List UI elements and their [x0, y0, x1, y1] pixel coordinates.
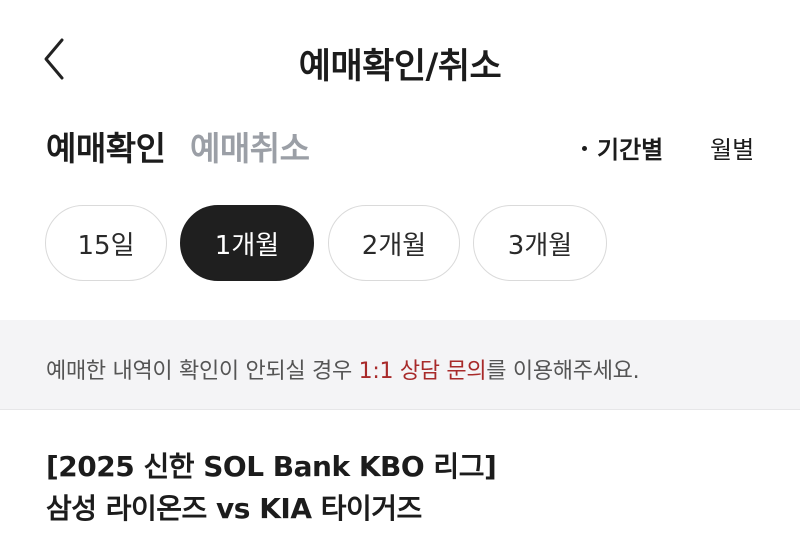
filter-by-period[interactable]: 기간별 — [582, 130, 663, 165]
tab-booking-confirm[interactable]: 예매확인 — [46, 122, 166, 170]
period-3months-button[interactable]: 3개월 — [473, 205, 607, 281]
notice-text-before: 예매한 내역이 확인이 안되실 경우 — [46, 359, 359, 384]
active-dot-icon — [582, 145, 587, 151]
period-1month-button[interactable]: 1개월 — [180, 205, 314, 281]
tab-booking-cancel[interactable]: 예매취소 — [190, 122, 310, 170]
tabs-row: 예매확인 예매취소 기간별 월별 — [46, 122, 766, 170]
notice-text-after: 를 이용해주세요. — [486, 359, 640, 384]
filter-by-period-label: 기간별 — [597, 136, 664, 164]
period-2months-button[interactable]: 2개월 — [328, 205, 460, 281]
period-15days-button[interactable]: 15일 — [45, 205, 167, 281]
inquiry-link[interactable]: 1:1 상담 문의 — [359, 359, 487, 384]
notice-bar: 예매한 내역이 확인이 안되실 경우 1:1 상담 문의를 이용해주세요. — [0, 320, 800, 410]
notice-text: 예매한 내역이 확인이 안되실 경우 1:1 상담 문의를 이용해주세요. — [46, 353, 640, 385]
game-title[interactable]: [2025 신한 SOL Bank KBO 리그] 삼성 라이온즈 vs KIA… — [46, 446, 497, 530]
game-league-line: [2025 신한 SOL Bank KBO 리그] — [46, 450, 497, 483]
filter-by-month[interactable]: 월별 — [710, 130, 754, 165]
header: 예매확인/취소 — [0, 0, 800, 120]
game-matchup-line: 삼성 라이온즈 vs KIA 타이거즈 — [46, 492, 422, 525]
page-title: 예매확인/취소 — [298, 47, 502, 87]
